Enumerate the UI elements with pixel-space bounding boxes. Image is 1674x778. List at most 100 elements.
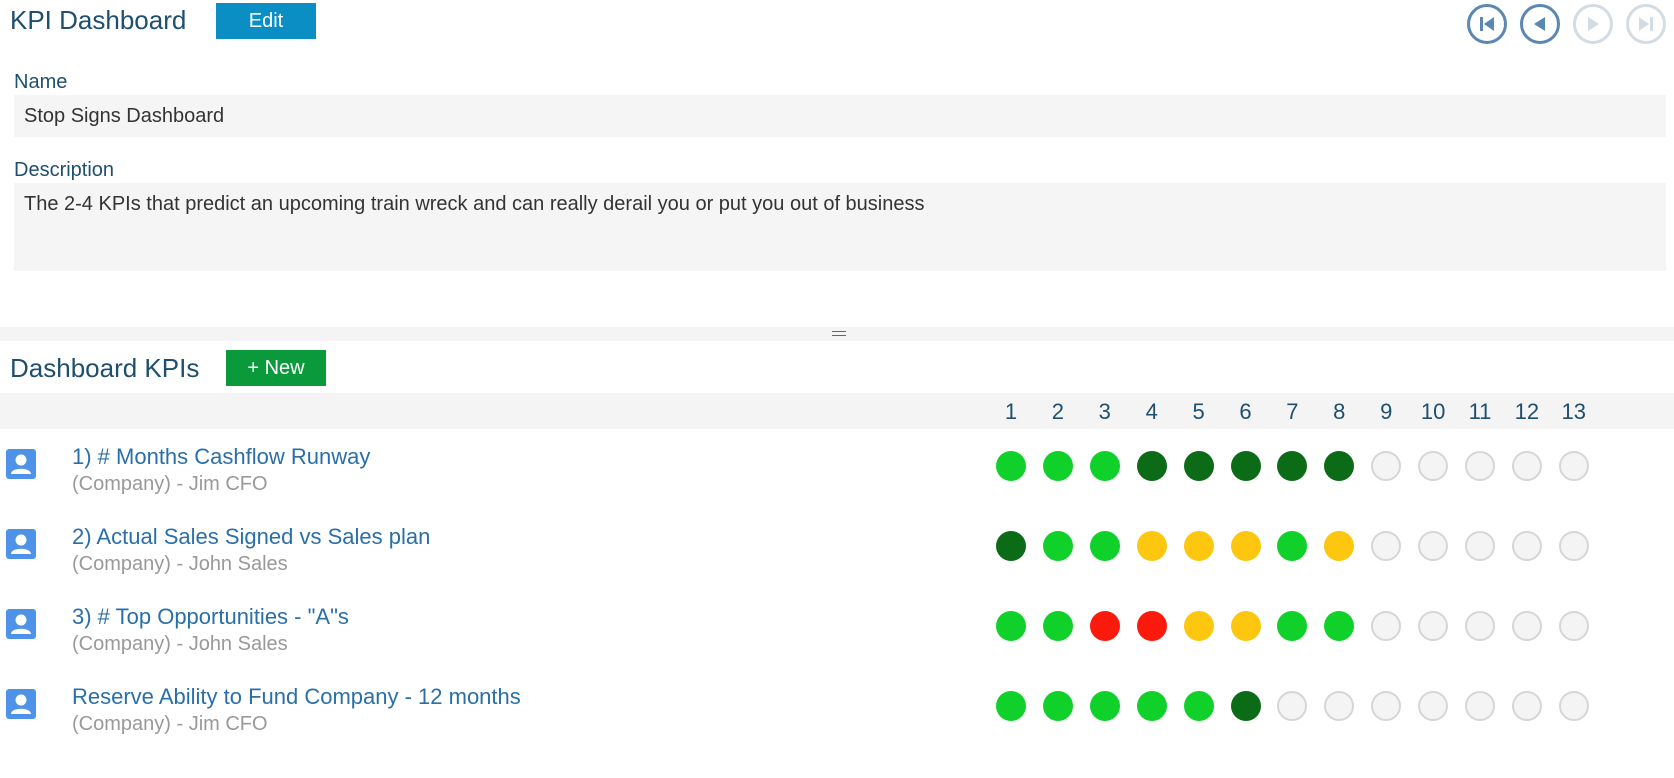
status-dot-green[interactable] (1089, 691, 1120, 721)
kpi-owner: (Company) - John Sales (72, 633, 288, 655)
status-dot-empty[interactable] (1418, 691, 1449, 721)
kpi-owner: (Company) - Jim CFO (72, 473, 268, 495)
status-dot-empty[interactable] (1558, 531, 1589, 561)
status-dot-empty[interactable] (1465, 691, 1495, 721)
user-icon (6, 449, 36, 479)
period-header: 12 (1514, 399, 1540, 424)
period-header: 1 (1004, 399, 1018, 424)
status-dot-green[interactable] (1136, 691, 1167, 721)
status-dot-green[interactable] (1324, 611, 1355, 641)
name-label: Name (14, 71, 68, 93)
status-dot-dark-green[interactable] (996, 531, 1026, 561)
period-header: 4 (1145, 399, 1158, 424)
kpi-row: 3) # Top Opportunities - "A"s (Company) -… (0, 601, 1674, 681)
status-dot-empty[interactable] (1511, 691, 1542, 721)
user-icon (6, 609, 36, 639)
status-dot-green[interactable] (1089, 451, 1120, 481)
kpi-row: 2) Actual Sales Signed vs Sales plan (Com… (0, 521, 1674, 601)
status-dot-yellow[interactable] (1230, 531, 1261, 561)
status-dot-empty[interactable] (1465, 451, 1495, 481)
status-dot-empty[interactable] (1558, 691, 1589, 721)
triangle-left-icon (1534, 17, 1545, 31)
status-dot-yellow[interactable] (1230, 611, 1261, 641)
kpi-name-link[interactable]: 2) Actual Sales Signed vs Sales plan (72, 524, 430, 550)
skip-first-icon (1480, 17, 1494, 31)
status-dot-yellow[interactable] (1183, 611, 1214, 641)
period-header: 10 (1420, 399, 1446, 424)
drag-handle-icon (832, 331, 846, 336)
status-dot-empty[interactable] (1371, 611, 1402, 641)
status-dot-yellow[interactable] (1136, 531, 1167, 561)
period-header: 13 (1561, 399, 1587, 424)
status-dot-green[interactable] (1042, 611, 1073, 641)
status-dot-green[interactable] (996, 691, 1026, 721)
kpi-name-link[interactable]: 3) # Top Opportunities - "A"s (72, 604, 349, 630)
status-dot-yellow[interactable] (1324, 531, 1355, 561)
kpi-name-link[interactable]: Reserve Ability to Fund Company - 12 mon… (72, 684, 521, 710)
status-dot-green[interactable] (1042, 691, 1073, 721)
triangle-right-icon (1588, 17, 1599, 31)
status-dot-empty[interactable] (1418, 611, 1449, 641)
status-dot-dark-green[interactable] (1183, 451, 1214, 481)
periods-header: 1 2 3 4 5 6 7 8 9 10 11 12 13 (0, 393, 1674, 429)
description-field[interactable]: The 2-4 KPIs that predict an upcoming tr… (14, 183, 1666, 271)
kpi-name-link[interactable]: 1) # Months Cashflow Runway (72, 444, 370, 470)
skip-last-icon (1639, 17, 1653, 31)
status-dot-dark-green[interactable] (1230, 691, 1261, 721)
status-dot-empty[interactable] (1371, 691, 1402, 721)
status-dot-empty[interactable] (1511, 611, 1542, 641)
period-header: 6 (1239, 399, 1252, 424)
kpi-owner: (Company) - Jim CFO (72, 713, 268, 735)
status-dot-yellow[interactable] (1183, 531, 1214, 561)
status-dot-empty[interactable] (1558, 611, 1589, 641)
status-dot-empty[interactable] (1418, 531, 1449, 561)
last-record-button[interactable] (1626, 4, 1666, 44)
panel-splitter[interactable] (0, 327, 1674, 341)
status-dot-green[interactable] (1042, 531, 1073, 561)
status-dot-empty[interactable] (1465, 531, 1495, 561)
status-dot-empty[interactable] (1511, 531, 1542, 561)
user-icon (6, 689, 36, 719)
status-dot-dark-green[interactable] (1277, 451, 1308, 481)
status-dot-empty[interactable] (1371, 531, 1402, 561)
status-dot-dark-green[interactable] (1230, 451, 1261, 481)
user-icon (6, 529, 36, 559)
period-header: 2 (1051, 399, 1065, 424)
status-dot-red[interactable] (1089, 611, 1120, 641)
next-record-button[interactable] (1573, 4, 1613, 44)
status-dot-empty[interactable] (1324, 691, 1355, 721)
section-title: Dashboard KPIs (10, 353, 200, 383)
period-header: 8 (1333, 399, 1346, 424)
period-header: 9 (1380, 399, 1393, 424)
status-dot-green[interactable] (1277, 611, 1308, 641)
status-dot-red[interactable] (1136, 611, 1167, 641)
top-bar: KPI Dashboard Edit (0, 0, 1674, 48)
name-field[interactable]: Stop Signs Dashboard (14, 95, 1666, 137)
period-header: 11 (1468, 399, 1492, 424)
period-header: 5 (1192, 399, 1205, 424)
status-dot-empty[interactable] (1558, 451, 1589, 481)
status-dot-empty[interactable] (1277, 691, 1308, 721)
page-title: KPI Dashboard (10, 5, 187, 35)
status-dot-green[interactable] (996, 451, 1026, 481)
status-dot-empty[interactable] (1418, 451, 1449, 481)
previous-record-button[interactable] (1520, 4, 1560, 44)
first-record-button[interactable] (1467, 4, 1507, 44)
description-label: Description (14, 159, 115, 181)
edit-button[interactable]: Edit (216, 3, 316, 39)
status-dot-empty[interactable] (1511, 451, 1542, 481)
kpi-row: 1) # Months Cashflow Runway (Company) - J… (0, 441, 1674, 521)
new-kpi-button[interactable]: + New (226, 350, 326, 386)
status-dot-green[interactable] (1183, 691, 1214, 721)
period-header: 7 (1286, 399, 1299, 424)
status-dot-empty[interactable] (1371, 451, 1402, 481)
status-dot-empty[interactable] (1465, 611, 1495, 641)
status-dot-green[interactable] (1277, 531, 1308, 561)
status-dot-dark-green[interactable] (1324, 451, 1355, 481)
status-dot-green[interactable] (1089, 531, 1120, 561)
status-dot-green[interactable] (996, 611, 1026, 641)
period-header: 3 (1098, 399, 1111, 424)
kpi-row: Reserve Ability to Fund Company - 12 mon… (0, 681, 1674, 761)
status-dot-green[interactable] (1042, 451, 1073, 481)
status-dot-dark-green[interactable] (1136, 451, 1167, 481)
